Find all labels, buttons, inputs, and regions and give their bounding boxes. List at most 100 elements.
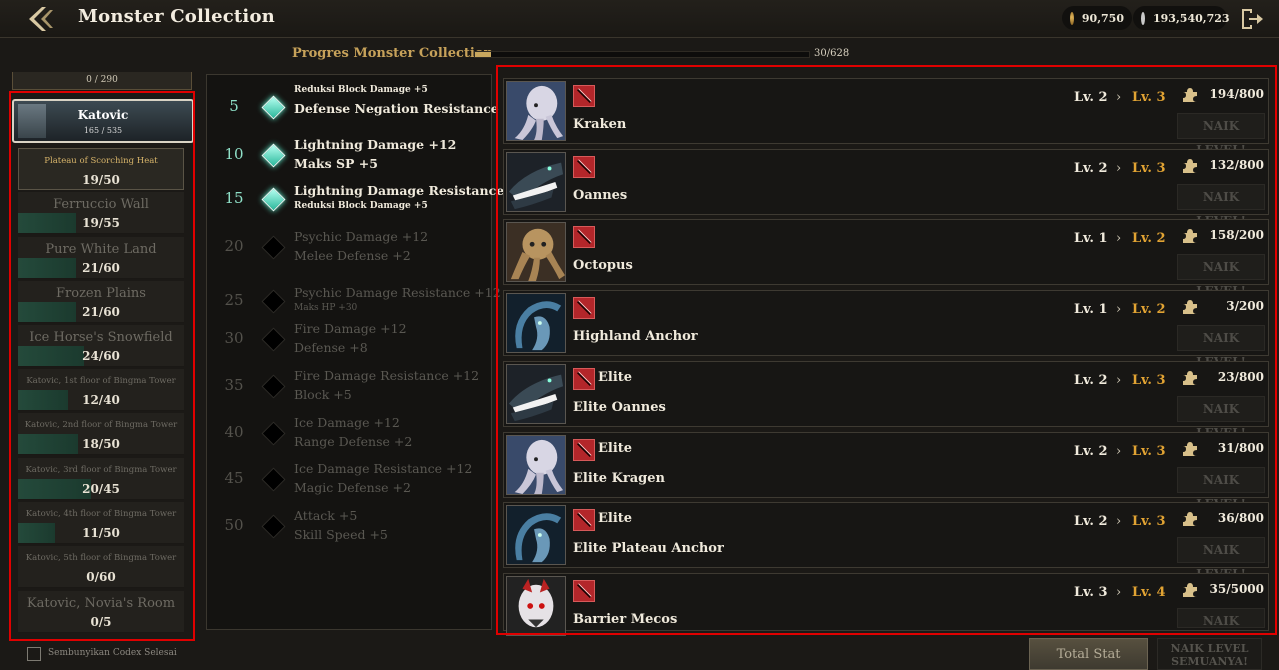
puzzle-piece-icon (1181, 227, 1199, 245)
attack-type-icon (573, 439, 595, 461)
region-name: Katovic, 4th floor of Bingma Tower (25, 509, 177, 519)
reward-stat-2: Melee Defense +2 (294, 248, 411, 263)
attack-type-icon (573, 156, 595, 178)
reward-row: 5 Reduksi Block Damage +5 Defense Negation… (207, 83, 522, 129)
reward-level: 15 (224, 189, 244, 207)
region-item[interactable]: Frozen Plains 21/60 (18, 281, 184, 323)
reward-level: 10 (224, 145, 244, 163)
monster-card[interactable]: Highland Anchor Lv. 1 › Lv. 2 3/200 NAIK LEVE… (503, 290, 1269, 369)
region-count: 21/60 (82, 261, 120, 275)
region-list: 0 / 290 Katovic 165 / 535 Plateau of Sco… (8, 72, 196, 640)
fragment-count: 23/800 (1217, 370, 1264, 384)
reward-level: 30 (224, 329, 244, 347)
monster-card[interactable]: Octopus Lv. 1 › Lv. 2 158/200 NAIK LEVEL! (503, 219, 1269, 298)
reward-stat-1: Lightning Damage +12 (294, 137, 457, 152)
monster-name: Barrier Mecos (573, 612, 678, 627)
total-stat-button[interactable]: Total Stat (1029, 638, 1148, 670)
region-count: 0/60 (86, 570, 116, 584)
reward-list: 5 Reduksi Block Damage +5 Defense Negation… (206, 74, 536, 630)
reward-row: 10 Lightning Damage +12 Maks SP +5 (207, 131, 493, 177)
level-up-button[interactable]: NAIK LEVEL! (1177, 184, 1265, 228)
puzzle-piece-icon (1181, 581, 1199, 599)
region-count: 24/60 (82, 349, 120, 363)
region-item[interactable]: Katovic, 2nd floor of Bingma Tower 18/50 (18, 413, 184, 455)
completed-gem-icon (261, 143, 286, 168)
locked-gem-icon (261, 327, 286, 352)
reward-level: 5 (229, 97, 239, 115)
monster-name: Kraken (573, 117, 627, 132)
puzzle-piece-icon (1181, 157, 1199, 175)
reward-level: 25 (224, 291, 244, 309)
reward-stat-1: Lightning Damage Resistance +12 (294, 183, 537, 198)
region-name: Ice Horse's Snowfield (29, 330, 173, 345)
monster-card[interactable]: Barrier Mecos Lv. 3 › Lv. 4 35/5000 NAIK LEVE… (503, 573, 1269, 652)
elite-tag: Elite (598, 441, 633, 456)
area-card-katovic[interactable]: Katovic 165 / 535 (12, 99, 194, 143)
monster-card[interactable]: Kraken Lv. 2 › Lv. 3 194/800 NAIK LEVEL! (503, 78, 1269, 157)
level-up-button[interactable]: NAIK LEVEL! (1177, 325, 1265, 369)
completed-gem-icon (261, 95, 286, 120)
reward-stat-2: Magic Defense +2 (294, 480, 411, 495)
fragment-count: 35/5000 (1209, 582, 1264, 596)
reward-stat-2: Defense +8 (294, 340, 368, 355)
monster-card[interactable]: Elite Elite Plateau Anchor Lv. 2 › Lv. 3 36/8… (503, 502, 1269, 581)
area-name: Katovic (77, 108, 129, 122)
region-item[interactable]: Pure White Land 21/60 (18, 237, 184, 279)
next-level: Lv. 3 (1132, 444, 1166, 459)
region-item[interactable]: Katovic, 4th floor of Bingma Tower 11/50 (18, 502, 184, 544)
puzzle-piece-icon (1181, 510, 1199, 528)
current-level: Lv. 1 (1074, 231, 1108, 246)
level-up-button[interactable]: NAIK LEVEL! (1177, 396, 1265, 440)
locked-gem-icon (261, 235, 286, 260)
region-item[interactable]: Plateau of Scorching Heat 19/50 (18, 148, 184, 190)
current-level: Lv. 1 (1074, 302, 1108, 317)
chevron-right-icon: › (1116, 585, 1122, 600)
monster-card[interactable]: Elite Elite Kragen Lv. 2 › Lv. 3 31/800 NAIK L… (503, 432, 1269, 511)
level-up-all-button[interactable]: NAIK LEVEL SEMUANYA! (1157, 638, 1262, 670)
area-count: 165 / 535 (83, 126, 123, 135)
chevron-right-icon: › (1116, 514, 1122, 529)
reward-row: 45 Ice Damage Resistance +12 Magic Defense… (207, 455, 493, 501)
back-arrow-icon[interactable] (22, 4, 56, 34)
monster-name: Highland Anchor (573, 329, 698, 344)
chevron-right-icon: › (1116, 161, 1122, 176)
region-count: 20/45 (82, 482, 120, 496)
level-up-button[interactable]: NAIK LEVEL! (1177, 254, 1265, 298)
collection-progress-bar (474, 51, 810, 58)
level-up-button[interactable]: NAIK LEVEL! (1177, 467, 1265, 511)
monster-portrait (506, 364, 566, 424)
region-name: Katovic, 3rd floor of Bingma Tower (25, 465, 177, 475)
reward-stat-1: Ice Damage Resistance +12 (294, 461, 473, 476)
elite-tag: Elite (598, 511, 633, 526)
level-up-button[interactable]: NAIK LEVEL! (1177, 537, 1265, 581)
level-up-button[interactable]: NAIK LEVEL! (1177, 113, 1265, 157)
region-item[interactable]: Ferruccio Wall 19/55 (18, 192, 184, 234)
region-count: 11/50 (82, 526, 120, 540)
gold-coin-icon (1070, 11, 1074, 25)
attack-type-icon (573, 368, 595, 390)
region-item[interactable]: Ice Horse's Snowfield 24/60 (18, 325, 184, 367)
region-item[interactable]: Katovic, 1st floor of Bingma Tower 12/40 (18, 369, 184, 411)
reward-stat-1: Fire Damage Resistance +12 (294, 368, 480, 383)
reward-stat-2: Maks SP +5 (294, 156, 378, 171)
hide-completed-checkbox[interactable] (27, 647, 41, 661)
region-item[interactable]: Katovic, 5th floor of Bingma Tower 0/60 (18, 546, 184, 588)
previous-area-count[interactable]: 0 / 290 (12, 72, 192, 90)
monster-portrait (506, 435, 566, 495)
reward-level: 35 (224, 376, 244, 394)
current-level: Lv. 2 (1074, 90, 1108, 105)
collection-progress-label: Progres Monster Collection (292, 46, 493, 61)
region-name: Katovic, 1st floor of Bingma Tower (26, 376, 176, 386)
exit-icon[interactable] (1238, 6, 1264, 32)
gold-amount: 90,750 (1081, 11, 1124, 25)
collection-progress-count: 30/628 (814, 48, 850, 59)
hide-completed-label: Sembunyikan Codex Selesai (48, 648, 177, 658)
reward-level: 50 (224, 516, 244, 534)
reward-row: 15 Lightning Damage Resistance +12 Reduksi… (207, 175, 536, 221)
level-up-button[interactable]: NAIK LEVEL! (1177, 608, 1265, 652)
next-level: Lv. 3 (1132, 514, 1166, 529)
monster-card[interactable]: Oannes Lv. 2 › Lv. 3 132/800 NAIK LEVEL! (503, 149, 1269, 228)
region-item[interactable]: Katovic, 3rd floor of Bingma Tower 20/45 (18, 458, 184, 500)
region-item[interactable]: Katovic, Novia's Room 0/5 (18, 591, 184, 633)
monster-card[interactable]: Elite Elite Oannes Lv. 2 › Lv. 3 23/800 NAIK L… (503, 361, 1269, 440)
